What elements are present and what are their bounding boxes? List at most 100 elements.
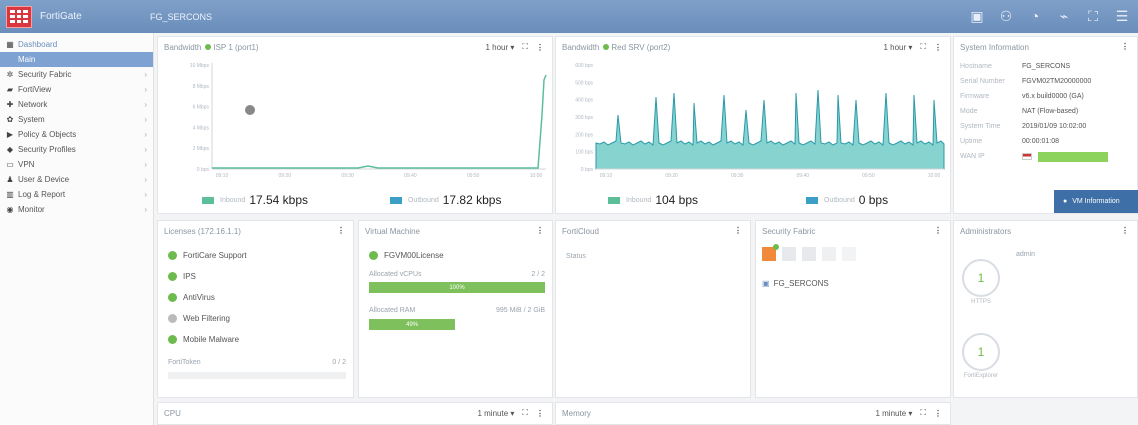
- outbound-swatch: [806, 196, 818, 204]
- sidebar-item-network[interactable]: ✚ Network ›: [0, 97, 153, 112]
- user-icon[interactable]: ⚇: [996, 6, 1016, 26]
- outbound-swatch: [390, 196, 402, 204]
- virtual-machine-widget: Virtual Machine ⋮ FGVM00License Allocate…: [358, 220, 553, 398]
- sidebar-item-dashboard[interactable]: ▦ Dashboard: [0, 37, 153, 52]
- sysinfo-row: Hostname FG_SERCONS: [960, 59, 1132, 74]
- ram-progress-bar: 49%: [369, 319, 456, 330]
- admin-user: admin: [1016, 251, 1036, 258]
- widget-menu-icon[interactable]: ⋮: [934, 226, 942, 235]
- chevron-right-icon: ›: [144, 190, 147, 199]
- status-dot: [168, 314, 177, 323]
- sysinfo-key: System Time: [960, 123, 1001, 130]
- y-tick-label: 300 bps: [575, 115, 593, 121]
- inbound-swatch: [608, 196, 620, 204]
- vm-information-button[interactable]: ● VM Information: [1054, 190, 1138, 213]
- x-tick-label: 09:40: [797, 173, 810, 179]
- admin-icon[interactable]: ☰: [1112, 6, 1132, 26]
- expand-icon[interactable]: ⛶: [920, 42, 926, 52]
- fortinet-logo[interactable]: [6, 5, 32, 28]
- bandwidth-widget-port2: Bandwidth Red SRV (port2) 1 hour ▾ ⛶ ⋮ 60…: [555, 36, 951, 214]
- license-item[interactable]: IPS: [168, 266, 247, 287]
- shield-icon: ◆: [6, 145, 14, 154]
- widget-menu-icon[interactable]: ⋮: [934, 409, 942, 418]
- sidebar-item-main[interactable]: Main: [0, 52, 153, 67]
- fullscreen-icon[interactable]: ⛶: [1083, 6, 1103, 26]
- outbound-area: [595, 89, 945, 170]
- expand-icon[interactable]: ⛶: [522, 408, 528, 418]
- sidebar-item-system[interactable]: ✿ System ›: [0, 112, 153, 127]
- widget-menu-icon[interactable]: ⋮: [734, 226, 742, 235]
- x-tick-label: 09:50: [467, 173, 480, 179]
- info-icon: ●: [1063, 198, 1068, 205]
- interface-name: Red SRV (port2): [611, 43, 671, 52]
- sysinfo-value: NAT (Flow-based): [1022, 108, 1079, 115]
- mouse-cursor: [245, 105, 255, 115]
- license-item[interactable]: Mobile Malware: [168, 329, 247, 350]
- expand-icon[interactable]: ⛶: [522, 42, 528, 52]
- time-range-dropdown[interactable]: 1 minute ▾: [875, 409, 912, 418]
- sysinfo-key: Hostname: [960, 63, 992, 70]
- app-name: FortiGate: [40, 11, 82, 22]
- sidebar-item-monitor[interactable]: ◉ Monitor ›: [0, 202, 153, 217]
- widget-menu-icon[interactable]: ⋮: [1121, 42, 1129, 51]
- chevron-right-icon: ›: [144, 70, 147, 79]
- x-tick-label: 10:00: [928, 173, 941, 179]
- sidebar-item-policy[interactable]: ▶ Policy & Objects ›: [0, 127, 153, 142]
- sysinfo-value: 2019/01/09 10:02:00: [1022, 123, 1087, 130]
- widget-menu-icon[interactable]: ⋮: [536, 226, 544, 235]
- sidebar-item-label: Security Fabric: [18, 70, 72, 79]
- sidebar-item-log-report[interactable]: ▥ Log & Report ›: [0, 187, 153, 202]
- inbound-value: 17.54 kbps: [249, 193, 309, 207]
- sysinfo-key: Serial Number: [960, 78, 1005, 85]
- widget-title: Security Fabric: [762, 227, 816, 236]
- time-range-dropdown[interactable]: 1 hour ▾: [485, 43, 514, 52]
- sidebar-item-label: System: [18, 115, 45, 124]
- system-information-widget: System Information ⋮ Hostname FG_SERCONS S…: [953, 36, 1138, 214]
- status-dot: [168, 251, 177, 260]
- inbound-legend: Inbound 104 bps: [608, 193, 698, 207]
- widget-menu-icon[interactable]: ⋮: [934, 43, 942, 52]
- https-sessions-circle: 1: [962, 259, 1000, 297]
- fabric-device-row[interactable]: ▣ FG_SERCONS: [762, 279, 829, 288]
- fortisandbox-icon[interactable]: [842, 247, 856, 261]
- widget-title: FortiCloud: [562, 227, 599, 236]
- widget-menu-icon[interactable]: ⋮: [1121, 226, 1129, 235]
- fortiap-icon[interactable]: [802, 247, 816, 261]
- license-item[interactable]: AntiVirus: [168, 287, 247, 308]
- widget-title: System Information: [960, 43, 1029, 52]
- license-item[interactable]: Web Filtering: [168, 308, 247, 329]
- widget-menu-icon[interactable]: ⋮: [337, 226, 345, 235]
- widget-title: Administrators: [960, 227, 1012, 236]
- bandwidth-widget-port1: Bandwidth ISP 1 (port1) 1 hour ▾ ⛶ ⋮ 10 M…: [157, 36, 553, 214]
- fortigate-icon[interactable]: [762, 244, 779, 261]
- bandwidth-chart-port1: 10 Mbps 8 Mbps 6 Mbps 4 Mbps 2 Mbps 0 bps 09:…: [190, 63, 547, 179]
- widget-menu-icon[interactable]: ⋮: [536, 43, 544, 52]
- license-item[interactable]: FortiCare Support: [168, 245, 247, 266]
- fortiswitch-icon[interactable]: [782, 247, 796, 261]
- monitor-icon[interactable]: ▣: [967, 6, 987, 26]
- widget-menu-icon[interactable]: ⋮: [536, 409, 544, 418]
- status-dot: [369, 251, 378, 260]
- sidebar-item-fortiview[interactable]: ▰ FortiView ›: [0, 82, 153, 97]
- log-icon: ▥: [6, 190, 14, 199]
- fortianalyzer-icon[interactable]: [822, 247, 836, 261]
- x-tick-label: 09:50: [862, 173, 875, 179]
- status-dot: [168, 293, 177, 302]
- sidebar-item-user-device[interactable]: ♟ User & Device ›: [0, 172, 153, 187]
- sidebar-item-security-fabric[interactable]: ✲ Security Fabric ›: [0, 67, 153, 82]
- outbound-legend: Outbound 0 bps: [806, 193, 888, 207]
- time-range-dropdown[interactable]: 1 hour ▾: [883, 43, 912, 52]
- bell-icon[interactable]: ◔: [1025, 6, 1045, 26]
- time-range-dropdown[interactable]: 1 minute ▾: [477, 409, 514, 418]
- sidebar-item-label: Monitor: [18, 205, 45, 214]
- x-tick-label: 09:10: [216, 173, 229, 179]
- bandwidth-chart-port2: 600 bps 500 bps 400 bps 300 bps 200 bps 100 b…: [575, 63, 945, 179]
- sidebar-item-security-profiles[interactable]: ◆ Security Profiles ›: [0, 142, 153, 157]
- licenses-widget: Licenses (172.16.1.1) ⋮ FortiCare Suppor…: [157, 220, 354, 398]
- sidebar-item-vpn[interactable]: ▭ VPN ›: [0, 157, 153, 172]
- expand-icon[interactable]: ⛶: [920, 408, 926, 418]
- sysinfo-row: Mode NAT (Flow-based): [960, 104, 1132, 119]
- security-fabric-widget: Security Fabric ⋮ ▣ FG_SERCONS: [755, 220, 951, 398]
- terminal-icon[interactable]: ⌁: [1054, 6, 1074, 26]
- widget-title: Memory: [562, 409, 591, 418]
